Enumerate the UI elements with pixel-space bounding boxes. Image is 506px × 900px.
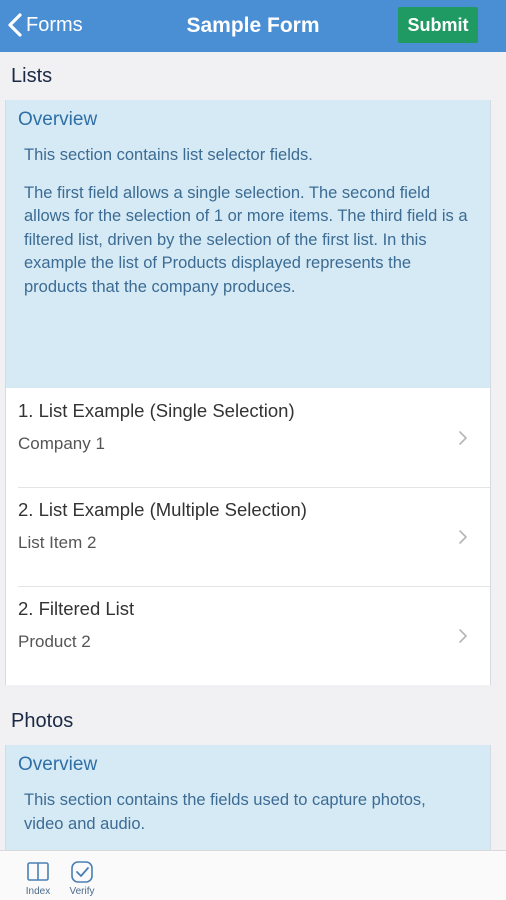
- field-value: Product 2: [18, 632, 91, 651]
- list-field-single-selection[interactable]: 1. List Example (Single Selection) Compa…: [6, 388, 490, 487]
- verify-button[interactable]: Verify: [62, 859, 102, 897]
- index-button[interactable]: Index: [18, 859, 58, 897]
- book-icon: [27, 862, 49, 881]
- overview-text: This section contains list selector fiel…: [18, 144, 478, 299]
- page-title: Sample Form: [186, 14, 320, 37]
- list-field-filtered[interactable]: 2. Filtered List Product 2: [6, 586, 490, 685]
- overview-text: This section contains the fields used to…: [18, 789, 478, 836]
- bottom-toolbar: Index Verify: [0, 850, 506, 900]
- chevron-right-icon: [459, 629, 467, 643]
- section-header-lists: Lists: [11, 64, 53, 87]
- back-button[interactable]: Forms: [6, 8, 83, 42]
- overview-paragraph: This section contains list selector fiel…: [24, 146, 313, 164]
- section-card-photos: Overview This section contains the field…: [5, 745, 491, 850]
- index-label: Index: [25, 886, 51, 897]
- verify-label: Verify: [69, 886, 95, 897]
- overview-title: Overview: [18, 754, 98, 775]
- field-value: Company 1: [18, 434, 105, 453]
- field-value: List Item 2: [18, 533, 97, 552]
- overview-panel: Overview This section contains list sele…: [6, 100, 490, 388]
- form-content[interactable]: Lists Overview This section contains lis…: [0, 52, 506, 850]
- chevron-right-icon: [459, 530, 467, 544]
- field-label: 2. Filtered List: [18, 598, 135, 619]
- field-label: 1. List Example (Single Selection): [18, 400, 295, 421]
- list-field-multiple-selection[interactable]: 2. List Example (Multiple Selection) Lis…: [6, 487, 490, 586]
- overview-paragraph: This section contains the fields used to…: [24, 791, 426, 833]
- checkmark-icon: [71, 861, 93, 883]
- section-header-photos: Photos: [11, 709, 74, 732]
- chevron-left-icon: [8, 13, 22, 37]
- section-card-lists: Overview This section contains list sele…: [5, 100, 491, 685]
- overview-paragraph: The first field allows a single selectio…: [24, 183, 468, 296]
- overview-panel: Overview This section contains the field…: [6, 745, 490, 850]
- navigation-bar: Forms Sample Form Submit: [0, 0, 506, 52]
- field-label: 2. List Example (Multiple Selection): [18, 499, 307, 520]
- chevron-right-icon: [459, 431, 467, 445]
- back-label: Forms: [26, 13, 83, 36]
- submit-button[interactable]: Submit: [398, 7, 478, 43]
- overview-title: Overview: [18, 109, 98, 130]
